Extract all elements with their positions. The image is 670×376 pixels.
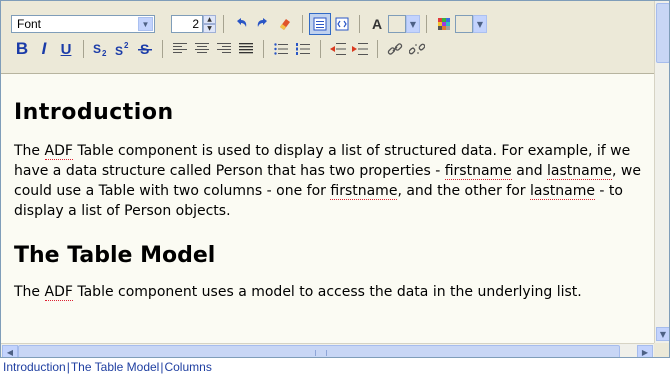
svg-text:2: 2 <box>124 41 129 50</box>
chevron-down-icon[interactable]: ▼ <box>473 15 487 33</box>
design-view-icon[interactable] <box>309 13 331 35</box>
chevron-left-icon[interactable]: ◀ <box>2 345 18 357</box>
font-color-label: A <box>371 16 383 32</box>
chevron-down-icon[interactable]: ▼ <box>203 24 216 33</box>
unordered-list-icon[interactable] <box>270 38 292 60</box>
spellcheck-word[interactable]: firstname <box>444 163 512 180</box>
font-select-value: Font <box>17 17 42 31</box>
align-left-icon[interactable] <box>169 38 191 60</box>
spellcheck-word[interactable]: lastname <box>530 183 595 200</box>
vertical-scrollbar[interactable]: ▼ <box>654 1 669 343</box>
grip-icon <box>315 350 327 356</box>
source-view-icon[interactable] <box>331 13 353 35</box>
toolbar-row-2: B I U S2 S2 S <box>11 37 428 61</box>
chevron-down-icon[interactable]: ▼ <box>656 327 669 341</box>
underline-icon[interactable]: U <box>55 38 77 60</box>
chevron-right-icon[interactable]: ▶ <box>637 345 653 357</box>
breadcrumb-link-introduction[interactable]: Introduction <box>3 360 66 374</box>
rich-text-editor: Font ▼ 2 ▲ ▼ A ▼ ▼ B I U S 2 S 2 Introdu… <box>0 0 670 358</box>
font-size-spinner[interactable]: 2 ▲ ▼ <box>171 15 217 33</box>
italic-icon[interactable]: I <box>33 38 55 60</box>
breadcrumb-link-table-model[interactable]: The Table Model <box>71 360 160 374</box>
scroll-corner <box>654 343 669 357</box>
horizontal-scrollbar[interactable]: ◀ ▶ <box>1 343 654 357</box>
spellcheck-word[interactable]: ADF <box>44 284 73 301</box>
spellcheck-word[interactable]: ADF <box>44 143 73 160</box>
toolbar-separator <box>83 40 84 58</box>
outdent-icon[interactable] <box>327 38 349 60</box>
toolbar-separator <box>426 15 427 33</box>
chevron-up-icon[interactable]: ▲ <box>203 15 216 24</box>
toolbar-separator <box>320 40 321 58</box>
toolbar-separator <box>359 15 360 33</box>
section-heading-table-model: The Table Model <box>14 243 216 268</box>
table-model-paragraph: The ADF Table component uses a model to … <box>14 284 582 301</box>
highlight-color-icon[interactable] <box>433 13 455 35</box>
breadcrumb-link-columns[interactable]: Columns <box>164 360 211 374</box>
intro-paragraph: The ADF Table component is used to displ… <box>14 143 641 219</box>
horizontal-scroll-thumb[interactable] <box>18 345 620 357</box>
eraser-icon[interactable] <box>274 13 296 35</box>
svg-text:S: S <box>93 42 101 56</box>
chevron-down-icon[interactable]: ▼ <box>406 15 420 33</box>
indent-icon[interactable] <box>349 38 371 60</box>
font-size-value[interactable]: 2 <box>171 15 203 33</box>
undo-icon[interactable] <box>230 13 252 35</box>
justify-icon[interactable] <box>235 38 257 60</box>
link-icon[interactable] <box>384 38 406 60</box>
superscript-icon[interactable]: S2 <box>112 38 134 60</box>
align-center-icon[interactable] <box>191 38 213 60</box>
font-color-icon[interactable]: A <box>366 13 388 35</box>
font-size-stepper[interactable]: ▲ ▼ <box>203 15 216 33</box>
vertical-scroll-thumb[interactable] <box>656 3 669 63</box>
strikethrough-icon[interactable]: S <box>134 38 156 60</box>
spellcheck-word[interactable]: lastname <box>547 163 613 180</box>
breadcrumb: Introduction|The Table Model|Columns <box>3 360 212 374</box>
redo-icon[interactable] <box>252 13 274 35</box>
section-heading-introduction: Introduction <box>14 100 174 125</box>
font-select[interactable]: Font ▼ <box>11 15 155 33</box>
editor-toolbar: Font ▼ 2 ▲ ▼ A ▼ ▼ B I U S 2 S 2 <box>1 1 654 74</box>
bold-icon[interactable]: B <box>11 38 33 60</box>
highlight-color-swatch[interactable] <box>455 15 473 33</box>
toolbar-separator <box>162 40 163 58</box>
svg-text:S: S <box>115 44 123 57</box>
toolbar-separator <box>223 15 224 33</box>
align-right-icon[interactable] <box>213 38 235 60</box>
toolbar-separator <box>302 15 303 33</box>
toolbar-separator <box>377 40 378 58</box>
svg-text:2: 2 <box>102 49 107 57</box>
ordered-list-icon[interactable] <box>292 38 314 60</box>
spellcheck-word[interactable]: firstname <box>330 183 398 200</box>
unlink-icon[interactable] <box>406 38 428 60</box>
editor-content[interactable]: Introduction The ADF Table component is … <box>14 74 654 302</box>
subscript-icon[interactable]: S2 <box>90 38 112 60</box>
toolbar-separator <box>263 40 264 58</box>
font-color-swatch[interactable] <box>388 15 406 33</box>
toolbar-row-1: Font ▼ 2 ▲ ▼ A ▼ ▼ <box>11 12 487 36</box>
chevron-down-icon[interactable]: ▼ <box>138 17 153 31</box>
